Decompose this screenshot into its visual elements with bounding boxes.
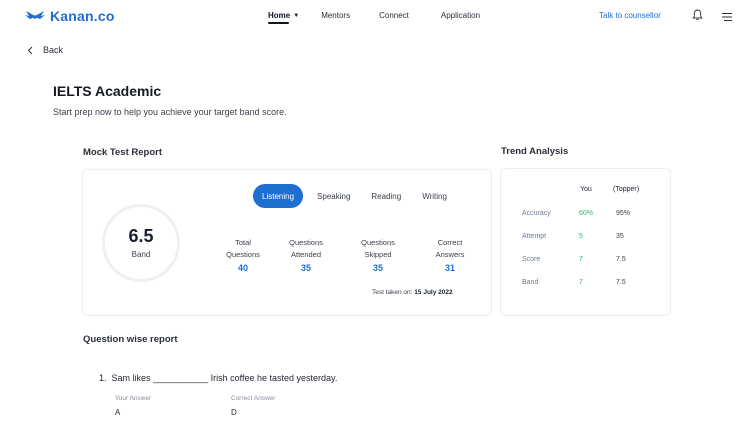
nav-connect[interactable]: Connect	[379, 11, 409, 20]
band-score-circle: 6.5 Band	[102, 204, 180, 282]
back-label: Back	[43, 45, 64, 55]
stat-label: Questions Skipped	[361, 238, 395, 259]
trend-topper-value: 7.5	[616, 256, 626, 263]
question-1: 1. Sam likes ___________ Irish coffee he…	[99, 373, 337, 383]
hamburger-menu-icon[interactable]	[721, 9, 733, 27]
trend-topper-value: 35	[616, 233, 624, 240]
band-score-value: 6.5	[128, 226, 154, 246]
test-taken-date: 15 July 2022	[414, 289, 453, 296]
back-link[interactable]: Back	[27, 45, 63, 55]
chevron-left-icon	[27, 46, 33, 54]
stat-questions-skipped: Questions Skipped 35	[348, 237, 408, 273]
correct-answer-value: D	[231, 408, 237, 417]
nav-links: Home ▼ Mentors Connect Application	[268, 11, 480, 24]
stat-value: 40	[237, 263, 248, 273]
stat-label: Questions Attended	[289, 238, 323, 259]
tab-listening[interactable]: Listening	[253, 184, 304, 208]
trend-you-value: 7	[579, 279, 583, 286]
trend-analysis-title: Trend Analysis	[501, 146, 569, 157]
nav-home-label: Home	[268, 11, 291, 20]
stat-correct-answers: Correct Answers 31	[420, 237, 480, 273]
trend-analysis-card: You (Topper) Accuracy 60% 95% Attempt 5 …	[500, 168, 671, 316]
tab-reading[interactable]: Reading	[371, 184, 401, 208]
nav-mentors[interactable]: Mentors	[321, 11, 350, 20]
your-answer-value: A	[115, 408, 121, 417]
brand-name: Kanan.co	[50, 8, 115, 24]
tab-speaking[interactable]: Speaking	[317, 184, 350, 208]
your-answer-label: Your Answer	[115, 395, 152, 402]
trend-col-topper: (Topper)	[613, 186, 640, 193]
question-number: 1.	[99, 373, 107, 383]
stat-value: 35	[372, 263, 383, 273]
question-wise-report-title: Question wise report	[83, 334, 178, 345]
stat-value: 35	[300, 263, 311, 273]
logo[interactable]: Kanan.co	[24, 8, 115, 24]
trend-topper-value: 95%	[616, 210, 631, 217]
question-text: Sam likes ___________ Irish coffee he ta…	[111, 373, 338, 383]
wings-logo-icon	[25, 11, 45, 19]
trend-topper-value: 7.5	[616, 279, 626, 286]
nav-application[interactable]: Application	[441, 11, 480, 20]
chevron-down-icon: ▼	[293, 13, 300, 19]
stat-label: Total Questions	[226, 238, 260, 259]
trend-you-value: 7	[579, 256, 583, 263]
stat-value: 31	[444, 263, 455, 273]
tab-writing[interactable]: Writing	[422, 184, 447, 208]
stat-total-questions: Total Questions 40	[213, 237, 273, 273]
nav-home[interactable]: Home ▼	[268, 11, 300, 24]
trend-col-you: You	[580, 186, 592, 193]
top-nav: Kanan.co Home ▼ Mentors Connect Applicati…	[0, 0, 751, 32]
trend-you-value: 5	[579, 233, 583, 240]
nav-home-underline	[268, 22, 290, 24]
bell-icon[interactable]	[692, 8, 703, 26]
skill-tabs: Listening Speaking Reading Writing	[253, 184, 447, 208]
stat-label: Correct Answers	[435, 238, 465, 259]
mock-test-report-title: Mock Test Report	[83, 147, 163, 158]
page-title: IELTS Academic	[53, 83, 162, 99]
band-score-label: Band	[131, 250, 151, 259]
page-subtitle: Start prep now to help you achieve your …	[53, 107, 287, 117]
mock-test-card: 6.5 Band Listening Speaking Reading Writ…	[82, 169, 492, 316]
trend-you-value: 60%	[579, 210, 594, 217]
test-taken-on: Test taken on: 15 July 2022	[372, 289, 453, 296]
stat-questions-attended: Questions Attended 35	[276, 237, 336, 273]
correct-answer-label: Correct Answer	[231, 395, 276, 402]
talk-to-counsellor-link[interactable]: Talk to counsellor	[599, 11, 661, 20]
